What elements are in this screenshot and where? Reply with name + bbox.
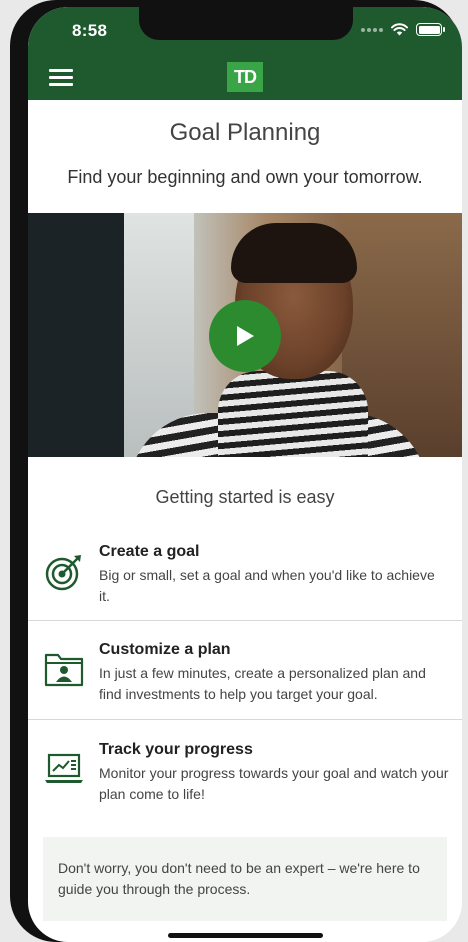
- status-time: 8:58: [72, 21, 108, 40]
- wifi-icon: [391, 23, 408, 36]
- target-icon: [45, 555, 81, 591]
- play-video-button[interactable]: [209, 300, 281, 372]
- step-title: Track your progress: [99, 741, 253, 758]
- hamburger-menu-button[interactable]: [49, 69, 73, 87]
- cellular-signal-icon: [361, 27, 383, 32]
- step-description: In just a few minutes, create a personal…: [99, 665, 426, 702]
- getting-started-heading: Getting started is easy: [155, 487, 335, 507]
- step-description: Big or small, set a goal and when you'd …: [99, 567, 435, 604]
- step-customize-plan: Customize a plan In just a few minutes, …: [28, 621, 462, 720]
- person-hair: [231, 223, 357, 283]
- step-title: Customize a plan: [99, 641, 231, 658]
- step-create-goal: Create a goal Big or small, set a goal a…: [28, 527, 462, 621]
- step-title: Create a goal: [99, 543, 200, 560]
- td-logo[interactable]: TD: [227, 62, 263, 92]
- step-description: Monitor your progress towards your goal …: [99, 765, 449, 802]
- device-notch: [139, 7, 353, 40]
- battery-icon: [416, 23, 445, 36]
- person-turtleneck: [218, 371, 368, 457]
- page-title: Goal Planning: [169, 119, 321, 146]
- video-background: [28, 213, 124, 457]
- play-icon: [237, 326, 254, 346]
- reassurance-note: Don't worry, you don't need to be an exp…: [43, 837, 447, 921]
- app-screen: 8:58 TD Goal Planning Find your beginnin…: [28, 7, 462, 942]
- phone-frame: 8:58 TD Goal Planning Find your beginnin…: [10, 0, 462, 942]
- folder-user-icon: [44, 653, 84, 687]
- page-subtitle: Find your beginning and own your tomorro…: [67, 167, 423, 187]
- app-header: 8:58 TD: [28, 7, 462, 100]
- home-indicator[interactable]: [168, 933, 323, 938]
- step-track-progress: Track your progress Monitor your progres…: [28, 720, 462, 820]
- note-text: Don't worry, you don't need to be an exp…: [58, 860, 420, 897]
- status-icons: [361, 23, 445, 36]
- laptop-chart-icon: [45, 753, 83, 783]
